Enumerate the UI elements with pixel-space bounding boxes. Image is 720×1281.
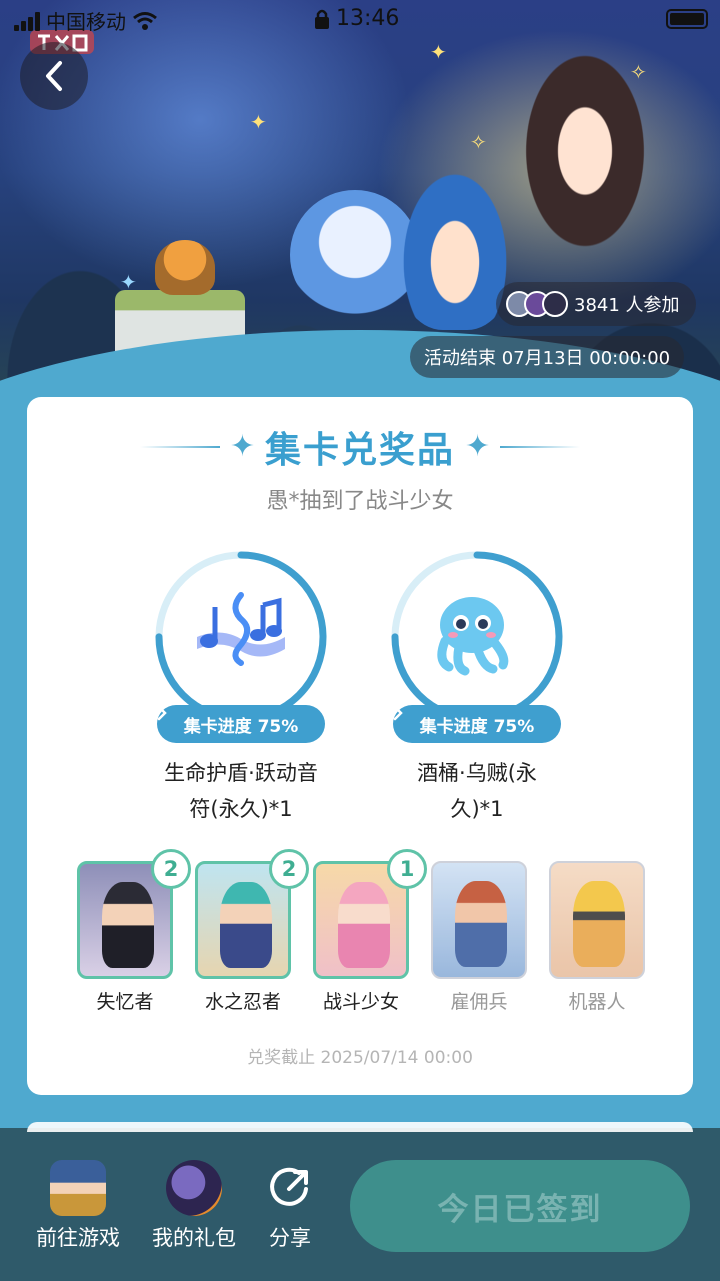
character-name: 机器人 bbox=[568, 991, 626, 1013]
character-card[interactable]: 2 失忆者 bbox=[75, 849, 191, 1014]
card-count-badge: 1 bbox=[387, 849, 427, 889]
game-icon bbox=[50, 1160, 106, 1216]
card-count-badge: 2 bbox=[151, 849, 191, 889]
carrier-name: 中国移动 bbox=[46, 10, 126, 34]
prize-name: 酒桶·乌贼(永 久)*1 bbox=[417, 761, 537, 821]
battery-icon bbox=[666, 9, 708, 29]
character-name: 雇佣兵 bbox=[450, 991, 508, 1013]
share-button[interactable]: 分享 bbox=[262, 1160, 318, 1252]
activity-end-pill: 活动结束 07月13日 00:00:00 bbox=[410, 336, 685, 378]
card-title: 集卡兑奖品 bbox=[264, 430, 455, 471]
status-bar: 中国移动 13:46 bbox=[0, 0, 720, 38]
activity-end-text: 活动结束 07月13日 00:00:00 bbox=[424, 348, 671, 369]
participants-pill: 3841 人参加 bbox=[496, 282, 696, 326]
prize-item[interactable]: 集卡进度 75% 生命护盾·跃动音 符(永久)*1 bbox=[141, 549, 341, 827]
character-name: 失忆者 bbox=[96, 991, 154, 1013]
character-name: 水之忍者 bbox=[204, 991, 281, 1013]
wifi-icon bbox=[133, 11, 157, 30]
sparkle-icon: ✧ bbox=[630, 60, 647, 84]
share-label: 分享 bbox=[269, 1226, 311, 1250]
hero-mushroom-character bbox=[155, 240, 215, 295]
my-gifts-label: 我的礼包 bbox=[152, 1226, 236, 1250]
redeem-deadline: 兑奖截止 2025/07/14 00:00 bbox=[247, 1048, 473, 1068]
gift-icon bbox=[166, 1160, 222, 1216]
card-title-row: ✦ 集卡兑奖品 ✦ bbox=[27, 421, 693, 473]
chevron-right-icon bbox=[393, 705, 403, 721]
sparkle-icon: ✦ bbox=[430, 40, 447, 64]
prize-item[interactable]: 集卡进度 75% 酒桶·乌贼(永 久)*1 bbox=[377, 549, 577, 827]
share-icon bbox=[262, 1160, 318, 1216]
lock-icon bbox=[315, 9, 329, 29]
prize-name: 生命护盾·跃动音 符(永久)*1 bbox=[164, 761, 318, 821]
hero-banner: ✦ ✧ ✦ ✧ ✦ 3841 人参加 活动结束 07月13日 00:00:00 bbox=[0, 0, 720, 430]
character-card-list: 2 失忆者 2 水之忍者 1 战斗少女 雇佣兵 机器人 bbox=[75, 849, 655, 1021]
character-card[interactable]: 机器人 bbox=[547, 861, 647, 1014]
music-notes-icon bbox=[191, 587, 291, 687]
octopus-icon bbox=[427, 587, 527, 687]
character-card[interactable]: 雇佣兵 bbox=[429, 861, 529, 1014]
participant-avatars bbox=[506, 291, 568, 317]
go-to-game-button[interactable]: 前往游戏 bbox=[30, 1160, 126, 1252]
back-button[interactable] bbox=[20, 42, 88, 110]
character-portrait bbox=[549, 861, 645, 979]
progress-label: 集卡进度 75% bbox=[419, 716, 535, 737]
sparkle-icon: ✧ bbox=[470, 130, 487, 154]
chevron-right-icon bbox=[157, 705, 167, 721]
card-collection-panel: ✦ 集卡兑奖品 ✦ 愚*抽到了战斗少女 集卡进度 75% 生命护盾·跃动音 符(… bbox=[27, 397, 693, 1095]
sparkle-icon: ✦ bbox=[229, 429, 255, 464]
character-card[interactable]: 2 水之忍者 bbox=[193, 849, 309, 1014]
next-panel-edge bbox=[27, 1122, 693, 1132]
bottom-action-bar: 前往游戏 我的礼包 分享 今日已签到 bbox=[0, 1122, 720, 1281]
sparkle-icon: ✦ bbox=[250, 110, 267, 134]
character-card[interactable]: 1 战斗少女 bbox=[311, 849, 427, 1014]
character-name: 战斗少女 bbox=[322, 991, 399, 1013]
progress-label: 集卡进度 75% bbox=[183, 716, 299, 737]
avatar bbox=[542, 291, 568, 317]
sparkle-icon: ✦ bbox=[120, 270, 137, 294]
my-gifts-button[interactable]: 我的礼包 bbox=[146, 1160, 242, 1252]
collect-progress-button[interactable]: 集卡进度 75% bbox=[157, 705, 325, 743]
clock-time: 13:46 bbox=[336, 6, 400, 31]
latest-draw-notice: 愚*抽到了战斗少女 bbox=[266, 489, 454, 514]
cellular-signal-icon bbox=[14, 11, 40, 31]
participants-count: 3841 人参加 bbox=[574, 295, 680, 316]
sparkle-icon: ✦ bbox=[465, 429, 491, 464]
go-to-game-label: 前往游戏 bbox=[36, 1226, 120, 1250]
card-count-badge: 2 bbox=[269, 849, 309, 889]
daily-checkin-button[interactable]: 今日已签到 bbox=[350, 1160, 690, 1252]
collect-progress-button[interactable]: 集卡进度 75% bbox=[393, 705, 561, 743]
character-portrait bbox=[431, 861, 527, 979]
chevron-left-icon bbox=[46, 61, 62, 91]
